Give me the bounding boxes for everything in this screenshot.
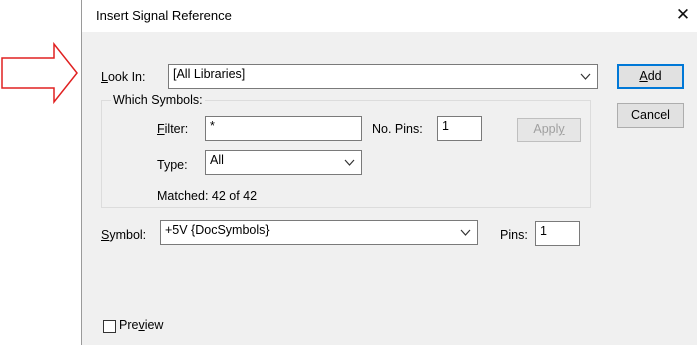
symbol-label: Symbol: (101, 228, 147, 242)
matched-count: Matched: 42 of 42 (157, 189, 258, 203)
close-icon[interactable]: ✕ (672, 4, 694, 26)
chevron-down-icon (344, 159, 355, 166)
chevron-down-icon (580, 73, 591, 80)
chevron-down-icon (460, 229, 471, 236)
no-pins-label: No. Pins: (372, 122, 423, 136)
title-bar: Insert Signal Reference ✕ (82, 0, 697, 32)
look-in-dropdown[interactable]: [All Libraries] (168, 64, 598, 89)
symbol-value: +5V {DocSymbols} (165, 223, 270, 237)
type-value: All (210, 153, 224, 167)
no-pins-input[interactable]: 1 (437, 116, 482, 141)
look-in-label: Look In: (101, 70, 146, 84)
pins-label: Pins: (500, 228, 528, 242)
which-symbols-title: Which Symbols: (111, 93, 205, 107)
add-button[interactable]: Add (617, 64, 684, 89)
dialog-title: Insert Signal Reference (96, 8, 232, 23)
preview-label: Preview (119, 318, 164, 332)
cancel-button[interactable]: Cancel (617, 103, 684, 128)
apply-button[interactable]: Apply (517, 118, 581, 142)
type-dropdown[interactable]: All (205, 150, 362, 175)
right-arrow-icon (1, 41, 78, 105)
filter-input[interactable]: * (205, 116, 362, 141)
preview-checkbox[interactable] (103, 320, 116, 333)
symbol-dropdown[interactable]: +5V {DocSymbols} (160, 220, 478, 245)
filter-label: Filter: (157, 122, 189, 136)
insert-signal-reference-dialog: Insert Signal Reference ✕ Look In: [All … (81, 0, 697, 345)
look-in-value: [All Libraries] (173, 67, 246, 81)
pins-input[interactable]: 1 (535, 221, 580, 246)
type-label: Type: (157, 158, 188, 172)
